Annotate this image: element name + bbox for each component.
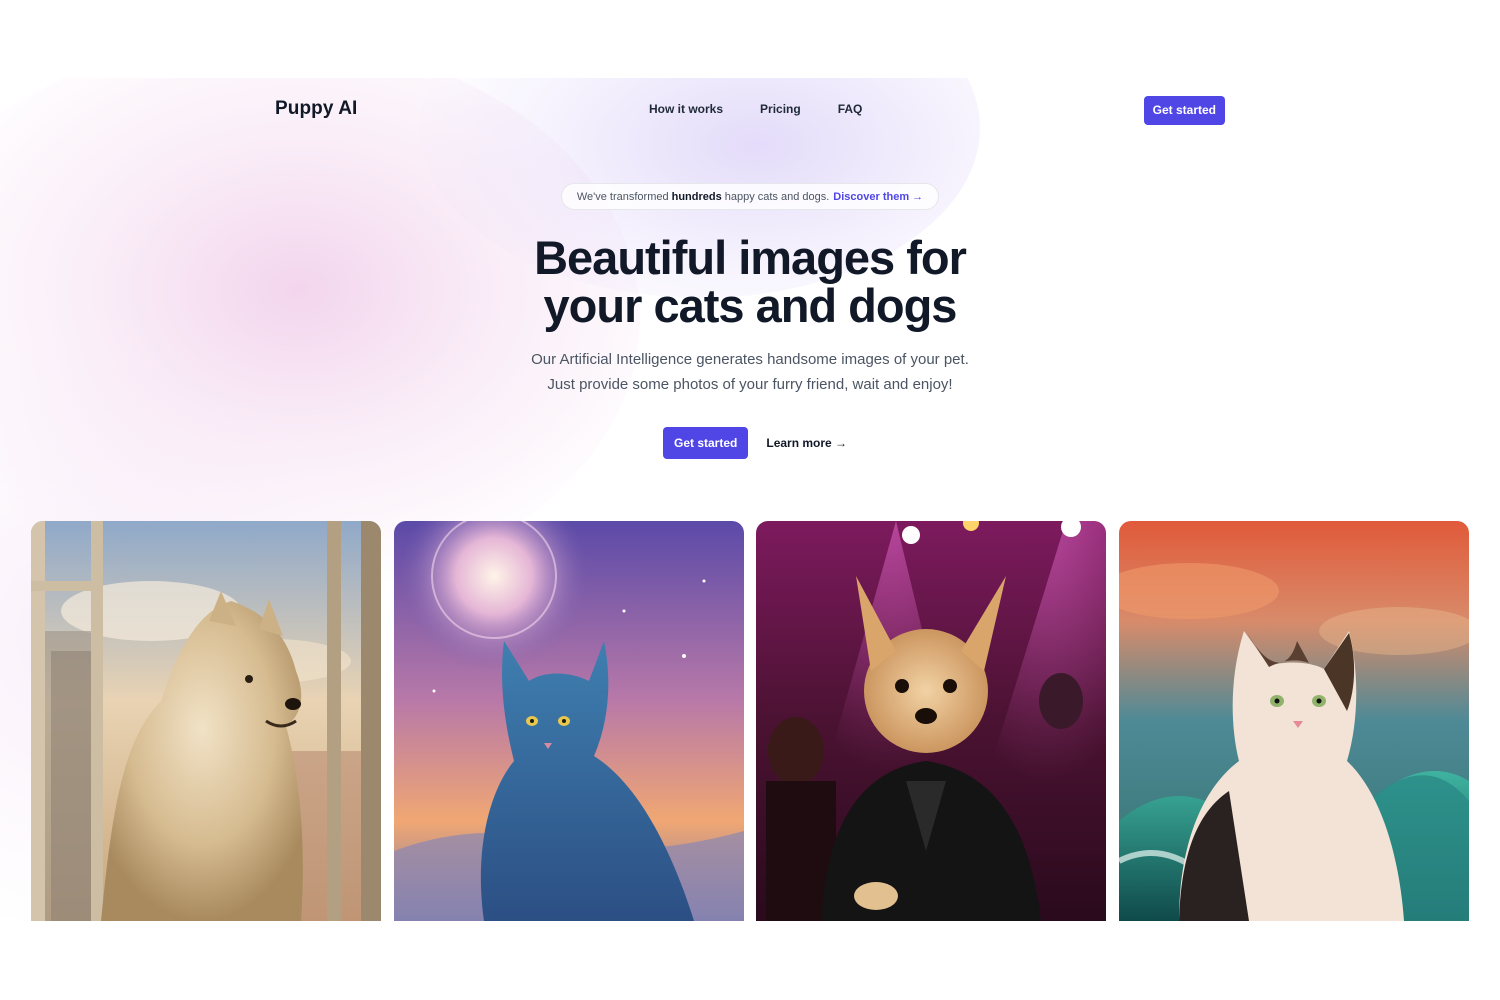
pet-gallery [31,521,1469,921]
announcement-emphasis: hundreds [671,190,722,203]
nav-faq[interactable]: FAQ [838,102,863,116]
learn-more-link[interactable]: Learn more → [766,436,847,450]
hero-subtitle-line-1: Our Artificial Intelligence generates ha… [531,351,969,368]
hero-actions: Get started Learn more → [663,427,847,459]
nav-pricing[interactable]: Pricing [760,102,801,116]
discover-link[interactable]: Discover them → [833,191,923,203]
blue-cat-space-image [393,521,744,921]
hero-subtitle: Our Artificial Intelligence generates ha… [440,347,1060,397]
landing-page: Puppy AI How it works Pricing FAQ Get st… [0,0,1500,1000]
hero-title: Beautiful images for your cats and dogs [440,234,1060,330]
nav-links: How it works Pricing FAQ [649,102,862,116]
announcement-suffix: happy cats and dogs. [724,190,830,203]
nav-get-started-button[interactable]: Get started [1143,96,1225,125]
chihuahua-leather-jacket-image [756,521,1107,921]
logo[interactable]: Puppy AI [275,98,357,120]
announcement-prefix: We've transformed [576,190,669,203]
announcement-pill: We've transformed hundreds happy cats an… [561,183,939,210]
hero-title-line-1: Beautiful images for [534,231,967,284]
hero-title-line-2: your cats and dogs [543,279,958,332]
top-nav: Puppy AI How it works Pricing FAQ Get st… [275,96,1225,126]
hero-get-started-button[interactable]: Get started [663,427,749,459]
samoyed-window-image [31,521,381,921]
calico-cat-waves-image [1118,521,1469,921]
nav-how-it-works[interactable]: How it works [649,102,723,116]
hero-subtitle-line-2: Just provide some photos of your furry f… [547,376,953,393]
